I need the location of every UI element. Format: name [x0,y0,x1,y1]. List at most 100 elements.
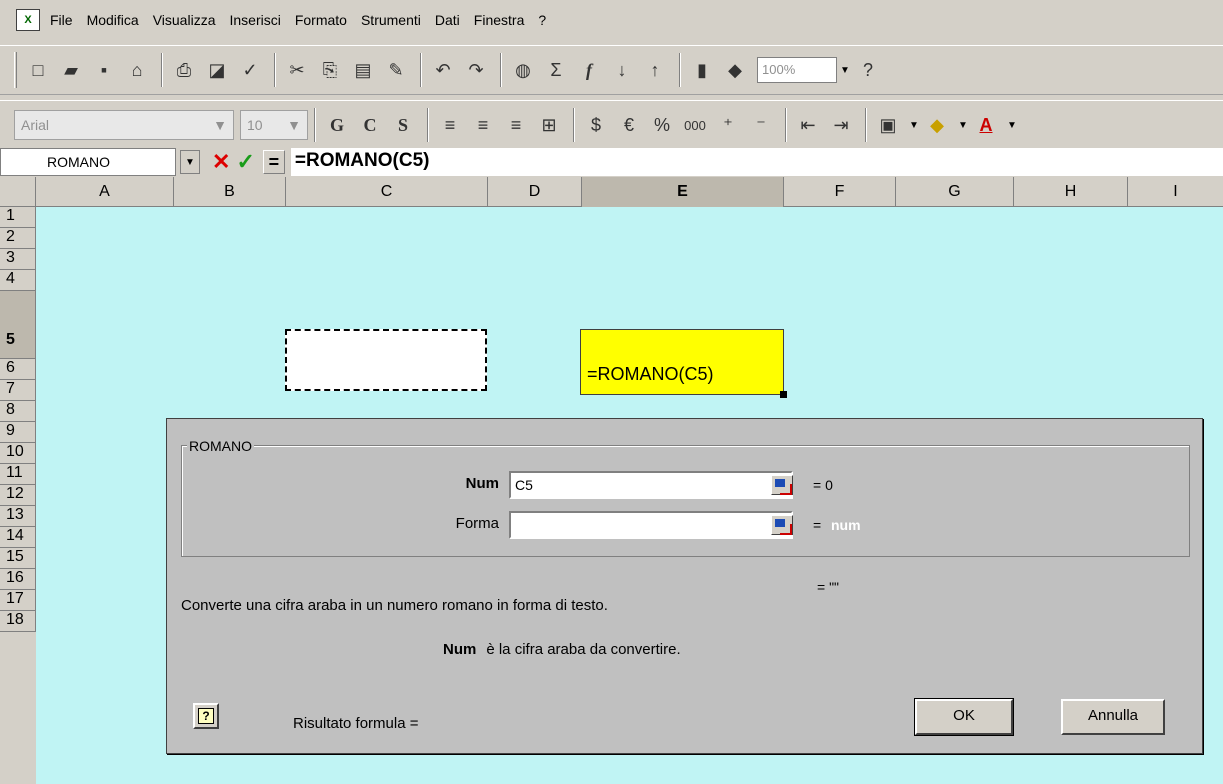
column-header-d[interactable]: D [488,177,582,207]
menu-strumenti[interactable]: Strumenti [361,12,421,28]
column-header-g[interactable]: G [896,177,1014,207]
borders-icon[interactable]: ▣ [873,108,903,142]
column-header-a[interactable]: A [36,177,174,207]
row-header[interactable]: 15 [0,548,36,569]
print-icon[interactable]: ⎙ [169,53,199,87]
zoom-box[interactable]: 100% [757,57,837,83]
decrease-decimal-icon[interactable]: ⁻ [746,108,776,142]
row-header[interactable]: 4 [0,270,36,291]
merge-center-icon[interactable]: ⊞ [534,108,564,142]
chart-wizard-icon[interactable]: ▮ [687,53,717,87]
column-header-c[interactable]: C [286,177,488,207]
menu-finestra[interactable]: Finestra [474,12,525,28]
redo-icon[interactable]: ↷ [461,53,491,87]
chevron-down-icon[interactable]: ▼ [180,150,200,174]
menu-formato[interactable]: Formato [295,12,347,28]
collapse-dialog-icon[interactable] [771,515,793,535]
collapse-dialog-icon[interactable] [771,475,793,495]
chevron-down-icon[interactable]: ▼ [955,112,971,138]
column-header-f[interactable]: F [784,177,896,207]
spelling-icon[interactable]: ✓ [235,53,265,87]
row-header[interactable]: 2 [0,228,36,249]
hyperlink-icon[interactable]: ◍ [508,53,538,87]
increase-decimal-icon[interactable]: ⁺ [713,108,743,142]
format-painter-icon[interactable]: ✎ [381,53,411,87]
paste-icon[interactable]: ▤ [348,53,378,87]
formula-input[interactable]: =ROMANO(C5) [290,148,1223,176]
column-header-h[interactable]: H [1014,177,1128,207]
row-header[interactable]: 9 [0,422,36,443]
row-header[interactable]: 16 [0,569,36,590]
toolbar-grip[interactable] [14,52,17,88]
chevron-down-icon[interactable]: ▼ [1004,112,1020,138]
function-icon[interactable]: f [574,53,604,87]
cell-c5-marquee[interactable] [285,329,487,391]
row-header[interactable]: 11 [0,464,36,485]
row-header[interactable]: 1 [0,207,36,228]
ok-button[interactable]: OK [914,698,1014,736]
align-right-icon[interactable]: ≡ [501,108,531,142]
name-box[interactable]: ROMANO [0,148,176,176]
increase-indent-icon[interactable]: ⇥ [826,108,856,142]
row-header[interactable]: 8 [0,401,36,422]
help-icon[interactable]: ? [853,53,883,87]
row-header[interactable]: 14 [0,527,36,548]
row-header[interactable]: 6 [0,359,36,380]
confirm-entry-icon[interactable]: ✓ [236,149,254,175]
fill-handle[interactable] [780,391,787,398]
column-header-i[interactable]: I [1128,177,1223,207]
thousands-button[interactable]: 000 [680,108,710,142]
cut-icon[interactable]: ✂ [282,53,312,87]
undo-icon[interactable]: ↶ [428,53,458,87]
row-header[interactable]: 10 [0,443,36,464]
arg-input-num[interactable]: C5 [509,471,793,499]
open-icon[interactable]: ▰ [56,53,86,87]
cancel-button[interactable]: Annulla [1061,699,1165,735]
percent-button[interactable]: % [647,108,677,142]
row-header[interactable]: 3 [0,249,36,270]
font-name-select[interactable]: Arial ▼ [14,110,234,140]
row-header[interactable]: 17 [0,590,36,611]
select-all-button[interactable] [0,177,36,207]
currency-style-icon[interactable]: $ [581,108,611,142]
save-icon[interactable]: ▪ [89,53,119,87]
excel-icon[interactable]: X [16,9,40,31]
sort-ascending-icon[interactable]: ↓ [607,53,637,87]
menu-file[interactable]: File [50,12,73,28]
font-color-button[interactable]: A [971,108,1001,142]
column-header-b[interactable]: B [174,177,286,207]
sort-descending-icon[interactable]: ↑ [640,53,670,87]
chevron-down-icon[interactable]: ▼ [837,57,853,83]
underline-button[interactable]: S [388,108,418,142]
align-left-icon[interactable]: ≡ [435,108,465,142]
copy-icon[interactable]: ⎘ [315,53,345,87]
menu-visualizza[interactable]: Visualizza [153,12,216,28]
align-center-icon[interactable]: ≡ [468,108,498,142]
bold-button[interactable]: G [322,108,352,142]
cancel-entry-icon[interactable]: ✕ [212,149,230,175]
row-header-selected[interactable]: 5 [0,291,36,359]
help-button[interactable]: ? [193,703,219,729]
decrease-indent-icon[interactable]: ⇤ [793,108,823,142]
row-header[interactable]: 18 [0,611,36,632]
menu-help[interactable]: ? [538,12,546,28]
row-header[interactable]: 7 [0,380,36,401]
autosum-icon[interactable]: Σ [541,53,571,87]
row-header[interactable]: 12 [0,485,36,506]
column-header-e[interactable]: E [582,177,784,207]
print-preview-icon[interactable]: ◪ [202,53,232,87]
menu-modifica[interactable]: Modifica [87,12,139,28]
chevron-down-icon[interactable]: ▼ [906,112,922,138]
row-header[interactable]: 13 [0,506,36,527]
drawing-icon[interactable]: ◆ [720,53,750,87]
arg-input-forma[interactable] [509,511,793,539]
email-icon[interactable]: ⌂ [122,53,152,87]
menu-dati[interactable]: Dati [435,12,460,28]
euro-button[interactable]: € [614,108,644,142]
italic-button[interactable]: C [355,108,385,142]
cell-e5-active[interactable]: =ROMANO(C5) [580,329,787,398]
fill-color-icon[interactable]: ◆ [922,108,952,142]
menu-inserisci[interactable]: Inserisci [229,12,280,28]
font-size-select[interactable]: 10 ▼ [240,110,308,140]
edit-formula-button[interactable]: = [262,150,285,174]
